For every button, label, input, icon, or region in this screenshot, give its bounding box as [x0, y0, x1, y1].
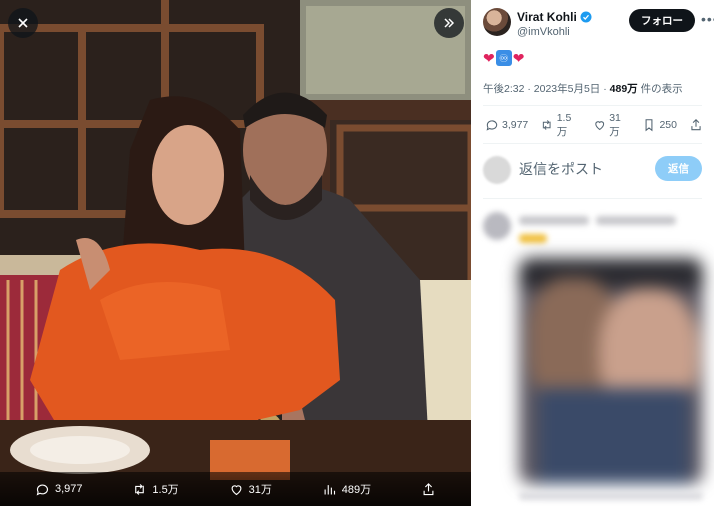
share-icon — [423, 482, 434, 495]
blurred-text — [519, 492, 703, 500]
heart-emoji: ❤ — [483, 50, 495, 66]
media-like-button[interactable]: 31万 — [229, 481, 272, 497]
blurred-text — [596, 216, 676, 225]
avatar — [483, 212, 511, 240]
follow-button[interactable]: フォロー — [629, 9, 695, 32]
author-name-row[interactable]: Virat Kohli — [517, 10, 592, 24]
reply-button[interactable]: 3,977 — [485, 118, 528, 132]
avatar[interactable] — [483, 8, 511, 36]
reply-submit-button[interactable]: 返信 — [655, 156, 702, 181]
media-reply-count: 3,977 — [54, 483, 83, 495]
blurred-reply-image — [519, 258, 703, 484]
tweet-timestamp[interactable]: 午後2:32 · 2023年5月5日 · — [483, 83, 610, 95]
more-icon[interactable]: ••• — [701, 12, 714, 26]
close-icon — [18, 18, 28, 28]
expand-panel-button[interactable] — [434, 8, 464, 38]
reply-icon — [486, 120, 498, 131]
media-reply-button[interactable]: 3,977 — [35, 482, 83, 497]
bookmark-icon — [646, 119, 653, 132]
blurred-text — [519, 234, 547, 243]
avatar — [483, 156, 511, 184]
media-views-button[interactable]: 489万 — [322, 481, 371, 497]
media-action-bar: 3,977 1.5万 31万 489万 — [0, 472, 471, 506]
media-viewer: 3,977 1.5万 31万 489万 — [0, 0, 471, 506]
share-icon — [691, 119, 701, 131]
tweet-stats: 3,977 1.5万 31万 250 — [485, 112, 703, 138]
tweet-meta: 午後2:32 · 2023年5月5日 · 489万 件の表示 — [483, 81, 683, 96]
like-button[interactable]: 31万 — [593, 112, 631, 139]
divider — [483, 143, 702, 144]
blurred-reply[interactable] — [471, 206, 714, 506]
retweet-icon — [135, 483, 145, 495]
tweet-view-suffix: 件の表示 — [637, 83, 683, 95]
tweet-author: Virat Kohli @imVkohli フォロー ••• — [483, 8, 714, 40]
retweet-button[interactable]: 1.5万 — [540, 112, 581, 139]
views-icon — [324, 484, 335, 494]
divider — [483, 198, 702, 199]
reply-composer: 返信をポスト 返信 — [483, 154, 703, 184]
retweet-count: 1.5万 — [556, 111, 572, 138]
like-count: 31万 — [609, 111, 621, 138]
infinity-emoji: ♾ — [495, 50, 512, 66]
tweet-view-count: 489万 — [609, 83, 638, 95]
tweet-photo — [0, 0, 471, 506]
verified-icon — [580, 11, 592, 23]
next-icon — [444, 18, 455, 28]
tweet-text: ❤ ♾ ❤ — [483, 50, 524, 66]
media-retweet-button[interactable]: 1.5万 — [132, 481, 179, 497]
share-button[interactable] — [689, 118, 703, 132]
heart-emoji: ❤ — [512, 50, 525, 66]
reply-input[interactable]: 返信をポスト — [519, 159, 603, 179]
divider — [483, 105, 702, 106]
author-name[interactable]: Virat Kohli — [517, 10, 577, 24]
media-share-button[interactable] — [421, 482, 436, 497]
author-handle[interactable]: @imVkohli — [517, 26, 570, 38]
close-button[interactable] — [8, 8, 38, 38]
media-like-count: 31万 — [248, 484, 272, 496]
reply-count: 3,977 — [502, 119, 529, 131]
bookmark-count: 250 — [659, 119, 677, 131]
like-icon — [231, 484, 242, 495]
tweet-panel: Virat Kohli @imVkohli フォロー ••• ❤ ♾ ❤ 午後2… — [471, 0, 714, 506]
like-icon — [595, 121, 604, 131]
media-view-count: 489万 — [341, 484, 372, 496]
retweet-icon — [543, 120, 551, 130]
media-retweet-count: 1.5万 — [152, 484, 179, 496]
bookmark-button[interactable]: 250 — [642, 118, 677, 132]
reply-icon — [36, 484, 49, 496]
blurred-text — [519, 216, 589, 225]
